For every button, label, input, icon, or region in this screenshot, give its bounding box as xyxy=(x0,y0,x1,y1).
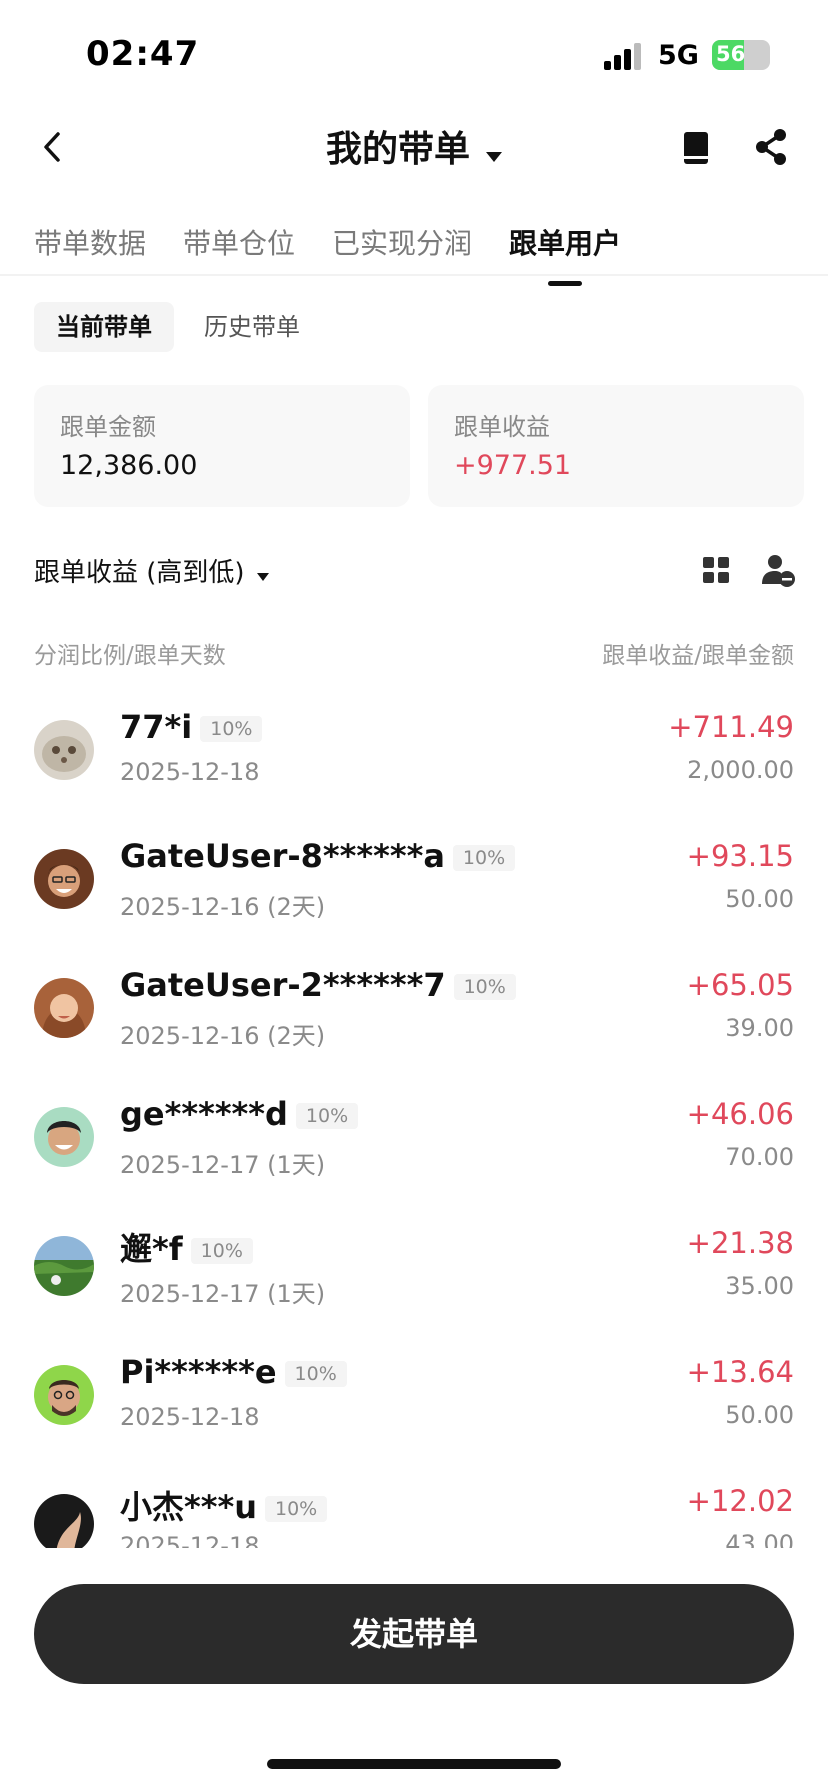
follower-name-row: GateUser-8******a 10% xyxy=(120,837,516,875)
ratio-badge: 10% xyxy=(190,1238,253,1264)
sort-row: 跟单收益 (高到低) xyxy=(34,552,796,592)
avatar xyxy=(34,1494,94,1548)
tab-label: 带单仓位 xyxy=(183,227,296,260)
follow-amount: 39.00 xyxy=(725,1014,794,1042)
follow-profit-value: +977.51 xyxy=(454,450,572,481)
follower-name: GateUser-8******a xyxy=(120,837,445,875)
follow-profit: +46.06 xyxy=(686,1097,794,1131)
list-item[interactable]: Pi******e 10% 2025-12-18 +13.64 50.00 xyxy=(34,1345,794,1455)
follow-profit: +21.38 xyxy=(686,1226,794,1260)
follower-name-row: ge******d 10% xyxy=(120,1095,359,1133)
follower-name-row: 77*i 10% xyxy=(120,708,263,746)
battery-icon: 56 xyxy=(712,40,770,70)
status-time: 02:47 xyxy=(86,34,200,74)
follow-amount: 43.00 xyxy=(725,1530,794,1548)
subtabs: 当前带单 历史带单 xyxy=(34,302,330,352)
ratio-badge: 10% xyxy=(284,1361,347,1387)
follower-name-row: 邂*f 10% xyxy=(120,1224,253,1270)
main-tabs: 带单数据 带单仓位 已实现分润 跟单用户 xyxy=(34,222,658,286)
follow-amount: 50.00 xyxy=(725,1401,794,1429)
follower-name: 77*i xyxy=(120,708,193,746)
home-indicator xyxy=(267,1759,561,1769)
avatar xyxy=(34,978,94,1038)
follower-name: Pi******e xyxy=(120,1353,277,1391)
ratio-badge: 10% xyxy=(265,1496,328,1522)
grid-icon[interactable] xyxy=(702,556,730,584)
follow-profit: +93.15 xyxy=(686,839,794,873)
follower-name: ge******d xyxy=(120,1095,288,1133)
follow-date: 2025-12-16 (2天) xyxy=(120,893,326,921)
follow-profit-card: 跟单收益 +977.51 xyxy=(428,385,804,507)
column-headers: 分润比例/跟单天数 跟单收益/跟单金额 xyxy=(34,636,794,670)
list-item[interactable]: 邂*f 10% 2025-12-17 (1天) +21.38 35.00 xyxy=(34,1216,794,1326)
ratio-badge: 10% xyxy=(453,974,516,1000)
follow-profit: +13.64 xyxy=(686,1355,794,1389)
tab-lead-data[interactable]: 带单数据 xyxy=(34,222,146,278)
follow-profit: +12.02 xyxy=(686,1484,794,1518)
follow-amount-card: 跟单金额 12,386.00 xyxy=(34,385,410,507)
tab-label: 跟单用户 xyxy=(509,227,622,260)
follow-date: 2025-12-18 xyxy=(120,1532,260,1548)
tab-label: 已实现分润 xyxy=(332,227,473,260)
status-bar: 02:47 5G 56 xyxy=(0,0,828,100)
follower-list[interactable]: 77*i 10% 2025-12-18 +711.49 2,000.00 Gate… xyxy=(0,700,828,1548)
follow-amount: 35.00 xyxy=(725,1272,794,1300)
follower-name: 邂*f xyxy=(120,1230,183,1268)
start-lead-button[interactable]: 发起带单 xyxy=(34,1584,794,1684)
follow-profit-label: 跟单收益 xyxy=(454,413,550,441)
avatar xyxy=(34,1107,94,1167)
column-header-right: 跟单收益/跟单金额 xyxy=(602,643,794,669)
subtab-current[interactable]: 当前带单 xyxy=(34,302,174,352)
follower-name-row: GateUser-2******7 10% xyxy=(120,966,516,1004)
follow-profit: +711.49 xyxy=(668,710,794,744)
avatar xyxy=(34,720,94,780)
follow-amount-label: 跟单金额 xyxy=(60,413,156,441)
active-tab-indicator xyxy=(548,281,583,286)
ratio-badge: 10% xyxy=(452,845,516,871)
sort-label: 跟单收益 (高到低) xyxy=(34,558,245,588)
book-icon[interactable] xyxy=(676,128,716,168)
tab-realized-profit[interactable]: 已实现分润 xyxy=(332,222,472,278)
tab-lead-positions[interactable]: 带单仓位 xyxy=(183,222,295,278)
avatar xyxy=(34,1365,94,1425)
user-remove-icon[interactable] xyxy=(760,552,796,588)
tab-followers[interactable]: 跟单用户 xyxy=(509,222,622,286)
follow-amount: 50.00 xyxy=(725,885,794,913)
follower-name: GateUser-2******7 xyxy=(120,966,446,1004)
list-item[interactable]: 77*i 10% 2025-12-18 +711.49 2,000.00 xyxy=(34,700,794,810)
share-icon[interactable] xyxy=(752,126,792,168)
subtab-history[interactable]: 历史带单 xyxy=(182,302,322,352)
ratio-badge: 10% xyxy=(200,716,263,742)
follower-name: 小杰***u xyxy=(120,1488,257,1526)
follower-name-row: Pi******e 10% xyxy=(120,1353,347,1391)
caret-down-icon xyxy=(486,151,502,162)
sort-dropdown[interactable]: 跟单收益 (高到低) xyxy=(34,558,269,588)
column-header-left: 分润比例/跟单天数 xyxy=(34,643,226,669)
page-title: 我的带单 xyxy=(325,129,470,170)
follow-amount: 70.00 xyxy=(725,1143,794,1171)
list-item[interactable]: 小杰***u 10% 2025-12-18 +12.02 43.00 xyxy=(34,1474,794,1548)
follow-date: 2025-12-18 xyxy=(120,758,260,786)
signal-icon xyxy=(604,42,644,70)
follow-date: 2025-12-17 (1天) xyxy=(120,1151,326,1179)
follow-amount: 2,000.00 xyxy=(687,756,794,784)
nav-header: 我的带单 xyxy=(0,110,828,184)
divider xyxy=(0,274,828,276)
caret-down-icon xyxy=(256,572,269,581)
list-item[interactable]: GateUser-8******a 10% 2025-12-16 (2天) +93… xyxy=(34,829,794,939)
avatar xyxy=(34,849,94,909)
follow-profit: +65.05 xyxy=(686,968,794,1002)
follower-name-row: 小杰***u 10% xyxy=(120,1482,328,1528)
follow-date: 2025-12-16 (2天) xyxy=(120,1022,326,1050)
follow-date: 2025-12-18 xyxy=(120,1403,260,1431)
ratio-badge: 10% xyxy=(295,1103,359,1129)
avatar xyxy=(34,1236,94,1296)
battery-level: 56 xyxy=(716,42,746,66)
list-item[interactable]: GateUser-2******7 10% 2025-12-16 (2天) +65… xyxy=(34,958,794,1068)
follow-amount-value: 12,386.00 xyxy=(60,450,198,481)
tab-label: 带单数据 xyxy=(34,227,147,260)
network-type: 5G xyxy=(658,40,699,71)
list-item[interactable]: ge******d 10% 2025-12-17 (1天) +46.06 70.0… xyxy=(34,1087,794,1197)
follow-date: 2025-12-17 (1天) xyxy=(120,1280,326,1308)
